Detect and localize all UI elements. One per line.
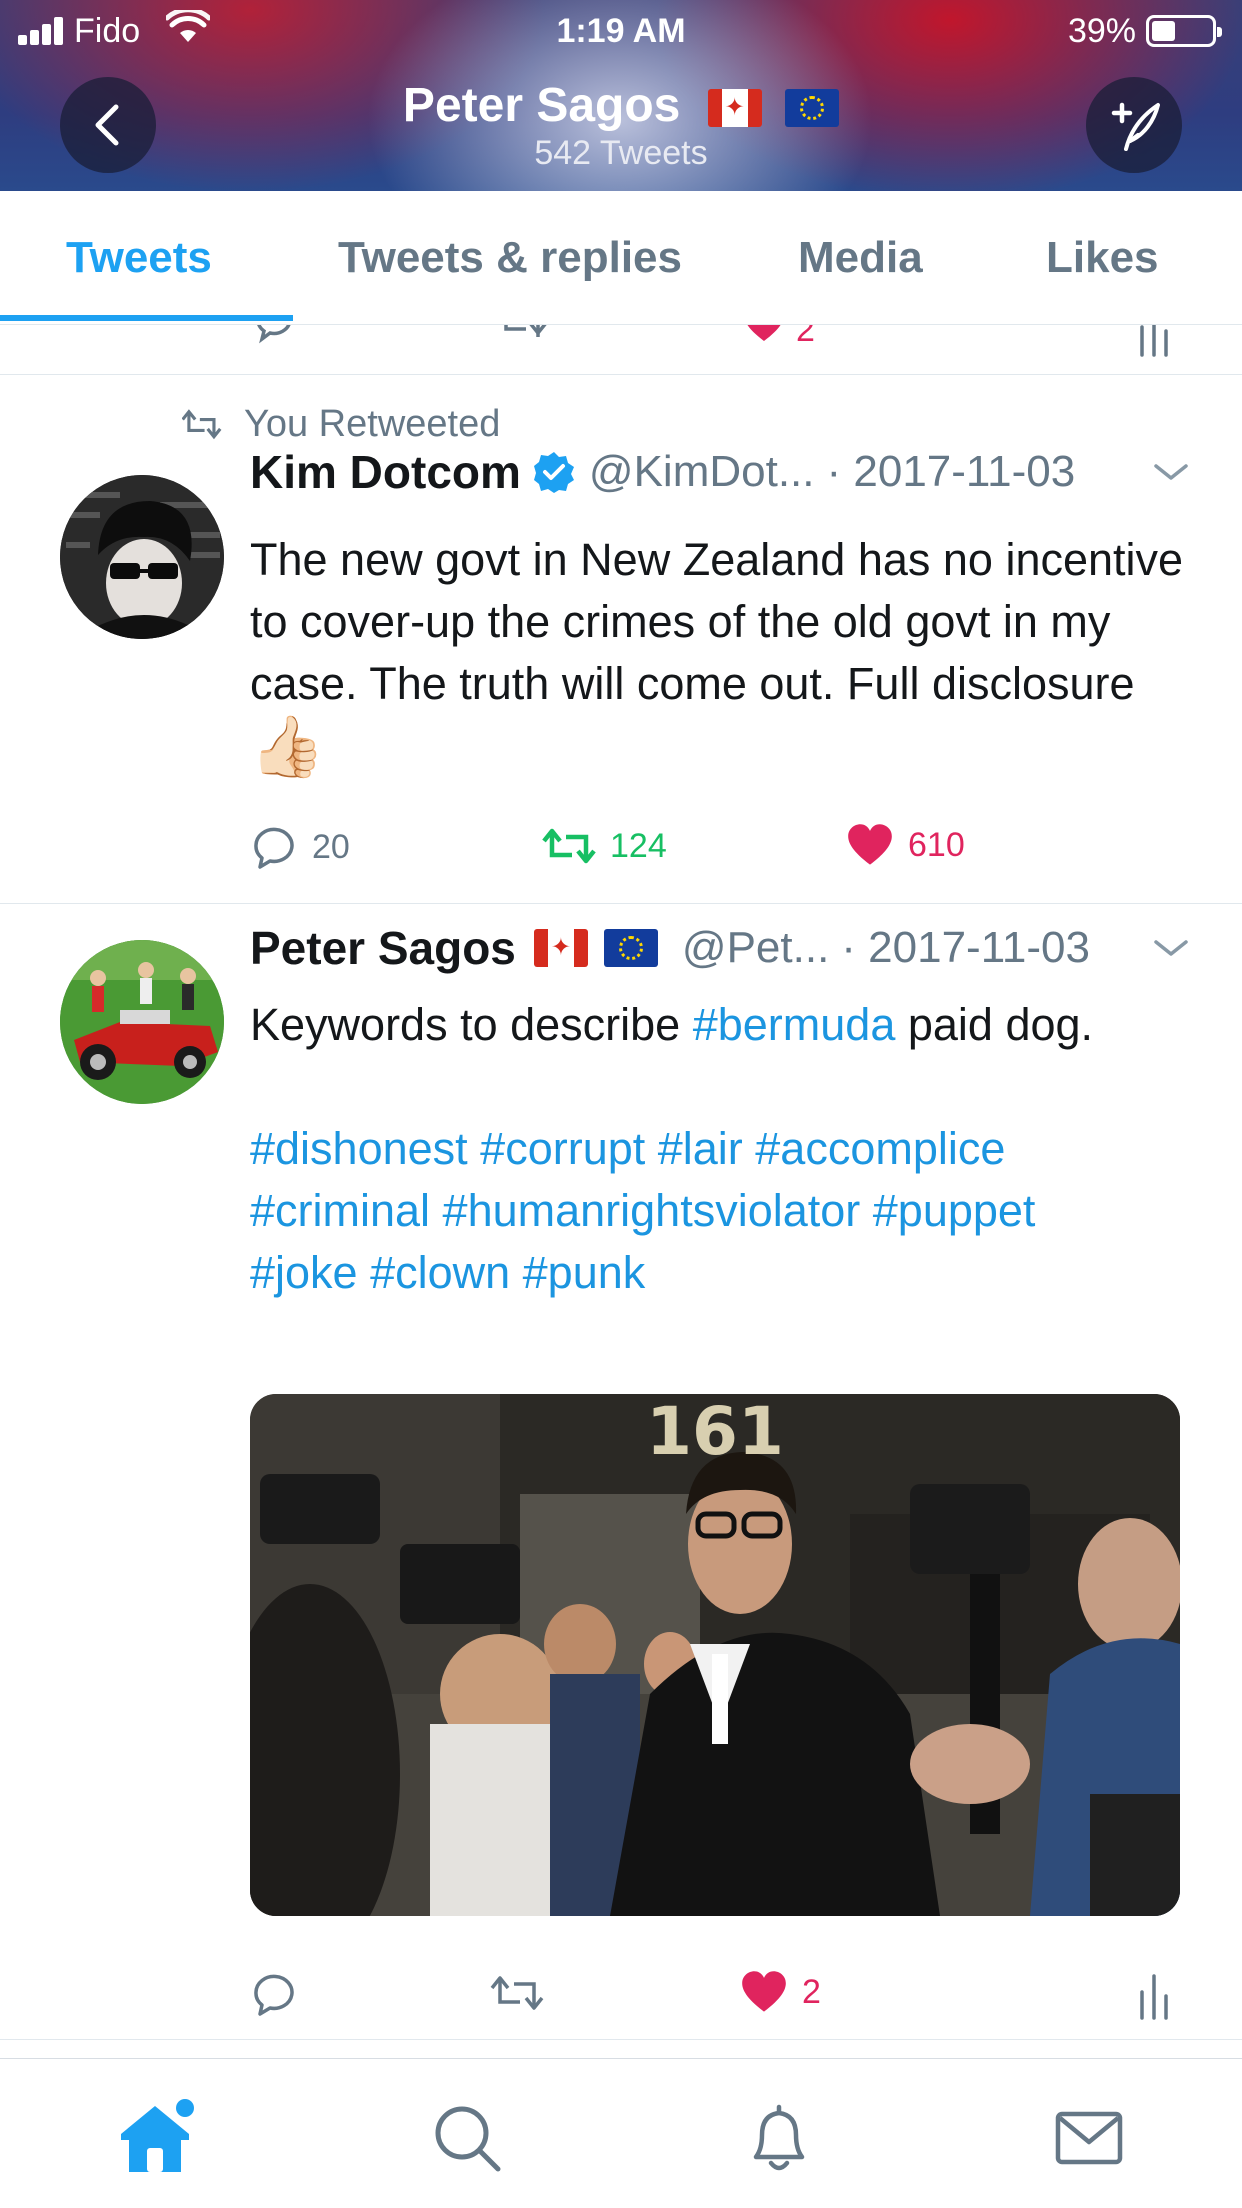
tweet-count: 542 Tweets: [534, 134, 708, 172]
battery-icon: [1146, 15, 1222, 47]
retweet-icon: [542, 828, 596, 864]
home-icon: [121, 2099, 194, 2172]
active-tab-indicator: [0, 315, 293, 321]
nav-search[interactable]: [422, 2093, 512, 2183]
tweet-media-image[interactable]: 161: [250, 1394, 1180, 1916]
avatar[interactable]: [60, 475, 224, 639]
author-name[interactable]: Kim Dotcom: [250, 445, 521, 499]
tweet-actions: 2: [250, 1970, 1180, 2026]
hashtag-line[interactable]: #criminal #humanrightsviolator #puppet: [250, 1180, 1202, 1242]
notification-dot: [176, 2099, 194, 2117]
retweet-context: You Retweeted: [182, 403, 500, 446]
status-time: 1:19 AM: [556, 12, 686, 50]
hashtag-link[interactable]: #bermuda: [693, 999, 896, 1050]
verified-badge-icon: [533, 452, 574, 493]
analytics-icon[interactable]: [1138, 325, 1170, 357]
avatar-image: [60, 475, 224, 639]
retweet-icon[interactable]: [498, 325, 550, 345]
heart-icon: [848, 824, 892, 865]
flag-eu-icon: [603, 929, 658, 967]
bell-icon: [753, 2104, 805, 2171]
flag-canada-icon: ✦: [533, 929, 588, 967]
avatar-image: [60, 940, 224, 1104]
retweet-icon: [490, 1976, 544, 2010]
tweet-card[interactable]: Peter Sagos ✦ @Pet... · 2017-11-03 Keywo…: [0, 904, 1242, 2040]
tab-tweets-replies[interactable]: Tweets & replies: [338, 233, 682, 283]
reply-count: 20: [312, 827, 350, 866]
tweet-text-segment: paid dog.: [895, 999, 1094, 1050]
nav-messages[interactable]: [1044, 2093, 1134, 2183]
search-icon: [435, 2106, 501, 2172]
tweet-text: Keywords to describe #bermuda paid dog. …: [250, 994, 1202, 1304]
tab-likes[interactable]: Likes: [1046, 233, 1159, 283]
tweet-text: The new govt in New Zealand has no incen…: [250, 529, 1202, 778]
flag-canada-icon: ✦: [707, 89, 762, 128]
hashtag-line[interactable]: #dishonest #corrupt #lair #accomplice: [250, 1118, 1202, 1180]
media-photo: 161: [250, 1394, 1180, 1916]
profile-name: Peter Sagos: [402, 79, 681, 132]
tweet-text-content: The new govt in New Zealand has no incen…: [250, 534, 1184, 709]
reply-icon[interactable]: [250, 325, 298, 345]
like-count: 2: [796, 325, 815, 349]
reply-icon: [254, 827, 294, 869]
analytics-icon: [1140, 1974, 1168, 2020]
heart-icon[interactable]: [742, 325, 786, 343]
like-count: 2: [802, 1972, 821, 2011]
status-bar: Fido 1:19 AM 39%: [0, 0, 1242, 60]
tweet-actions: 20 124 610: [250, 823, 1180, 879]
retweet-count: 124: [610, 826, 667, 865]
analytics-button[interactable]: [1138, 1970, 1170, 2020]
nav-notifications[interactable]: [734, 2093, 824, 2183]
flag-eu-icon: [785, 89, 840, 128]
retweet-button[interactable]: [490, 1970, 544, 2016]
chevron-down-icon[interactable]: [1152, 936, 1190, 960]
avatar[interactable]: [60, 940, 224, 1104]
retweet-button[interactable]: 124: [542, 823, 667, 869]
tweet-card[interactable]: You Retweeted Kim Dotcom @KimDot... · 20…: [0, 375, 1242, 904]
profile-tabs: Tweets Tweets & replies Media Likes: [0, 191, 1242, 325]
building-number: 161: [646, 1394, 784, 1470]
tweet-date: · 2017-11-03: [826, 447, 1076, 496]
compose-tweet-button[interactable]: [1086, 77, 1182, 173]
like-button[interactable]: 2: [740, 1970, 821, 2014]
profile-title: Peter Sagos ✦: [0, 78, 1242, 133]
hashtag-line[interactable]: #joke #clown #punk: [250, 1242, 1202, 1304]
retweet-icon: [182, 408, 222, 439]
reply-button[interactable]: [250, 1970, 298, 2018]
compose-quill-icon: [1111, 102, 1160, 151]
tab-media[interactable]: Media: [798, 233, 923, 283]
reply-button[interactable]: 20: [250, 823, 350, 871]
bottom-tab-bar: [0, 2058, 1242, 2208]
like-count: 610: [908, 825, 965, 864]
thumbs-up-emoji: 👍🏻: [250, 713, 325, 780]
tweet-date: · 2017-11-03: [841, 923, 1090, 972]
heart-icon: [742, 1971, 786, 2012]
author-handle[interactable]: @KimDot...: [589, 447, 815, 497]
author-name[interactable]: Peter Sagos: [250, 921, 516, 975]
nav-home[interactable]: [110, 2093, 200, 2183]
tweet-text-segment: Keywords to describe: [250, 999, 693, 1050]
like-button[interactable]: 610: [846, 823, 965, 867]
tab-tweets[interactable]: Tweets: [66, 233, 212, 283]
chevron-down-icon[interactable]: [1152, 460, 1190, 484]
mail-icon: [1055, 2111, 1123, 2165]
retweet-context-label: You Retweeted: [244, 403, 501, 445]
previous-tweet-actions: 2: [0, 325, 1242, 375]
tweet-text-line: Keywords to describe #bermuda paid dog.: [250, 994, 1202, 1056]
reply-icon: [254, 1974, 294, 2016]
profile-header: Fido 1:19 AM 39% Peter Sagos ✦ 542 Tweet…: [0, 0, 1242, 191]
author-handle[interactable]: @Pet...: [682, 923, 829, 973]
battery-percentage: 39%: [1067, 12, 1136, 50]
